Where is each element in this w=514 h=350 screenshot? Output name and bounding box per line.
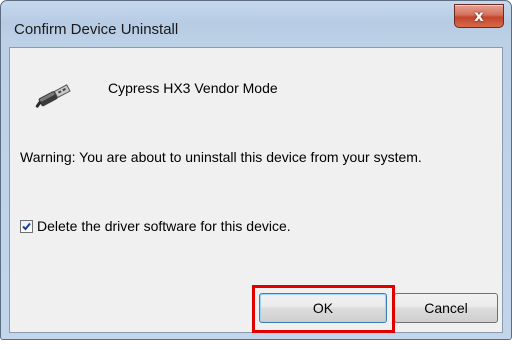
close-button[interactable]: x <box>454 4 504 28</box>
cancel-button[interactable]: Cancel <box>394 293 498 323</box>
dialog-title: Confirm Device Uninstall <box>14 21 179 38</box>
device-name: Cypress HX3 Vendor Mode <box>108 80 278 96</box>
delete-driver-option[interactable]: Delete the driver software for this devi… <box>20 218 291 234</box>
title-bar[interactable]: Confirm Device Uninstall x <box>1 1 511 45</box>
close-icon: x <box>474 6 484 25</box>
delete-driver-label: Delete the driver software for this devi… <box>37 218 291 234</box>
dialog-body: Cypress HX3 Vendor Mode Warning: You are… <box>9 47 503 333</box>
ok-button[interactable]: OK <box>259 293 387 323</box>
warning-message: Warning: You are about to uninstall this… <box>20 149 422 165</box>
confirm-uninstall-dialog: Confirm Device Uninstall x Cypress HX3 V… <box>0 0 512 340</box>
delete-driver-checkbox[interactable] <box>20 219 33 233</box>
usb-plug-icon <box>35 84 71 108</box>
checkmark-icon <box>22 222 31 230</box>
